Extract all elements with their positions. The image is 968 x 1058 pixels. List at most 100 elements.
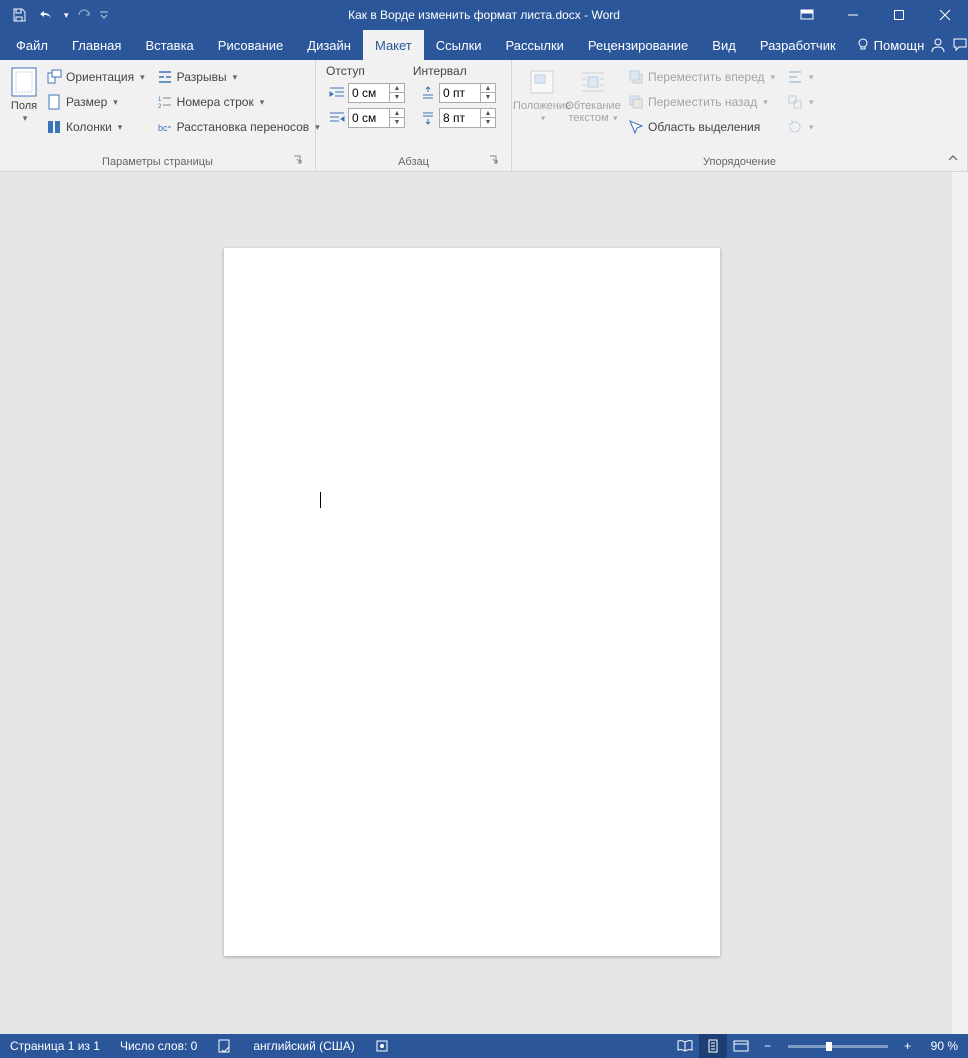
size-icon (46, 94, 62, 110)
undo-dropdown-icon[interactable]: ▾ (62, 10, 69, 21)
undo-button[interactable] (34, 2, 60, 28)
ribbon-display-button[interactable] (784, 0, 830, 30)
send-backward-icon (628, 94, 644, 110)
space-after-spinner[interactable]: ▲▼ (439, 108, 496, 128)
spin-down-icon[interactable]: ▼ (390, 118, 404, 127)
spin-down-icon[interactable]: ▼ (390, 93, 404, 102)
tab-review[interactable]: Рецензирование (576, 30, 700, 60)
orientation-label: Ориентация (66, 70, 134, 84)
web-layout-button[interactable] (727, 1034, 755, 1058)
indent-right-input[interactable] (349, 111, 389, 125)
zoom-slider[interactable] (788, 1045, 888, 1048)
rotate-button[interactable]: ▾ (785, 116, 816, 138)
spin-up-icon[interactable]: ▲ (390, 109, 404, 118)
space-before-icon (419, 86, 437, 100)
vertical-scrollbar[interactable] (952, 172, 968, 1034)
comments-button[interactable] (952, 37, 968, 53)
account-button[interactable] (930, 37, 946, 53)
space-before-spinner[interactable]: ▲▼ (439, 83, 496, 103)
wrap-text-icon (577, 66, 609, 98)
columns-button[interactable]: Колонки▾ (44, 116, 147, 138)
zoom-level[interactable]: 90 % (921, 1034, 968, 1058)
line-numbers-label: Номера строк (177, 95, 254, 109)
svg-text:2: 2 (158, 104, 162, 110)
spin-down-icon[interactable]: ▼ (481, 93, 495, 102)
align-icon (787, 69, 803, 85)
tab-view[interactable]: Вид (700, 30, 748, 60)
tab-design[interactable]: Дизайн (295, 30, 363, 60)
zoom-in-button[interactable]: + (899, 1039, 917, 1053)
status-bar: Страница 1 из 1 Число слов: 0 английский… (0, 1034, 968, 1058)
size-label: Размер (66, 95, 107, 109)
tab-references[interactable]: Ссылки (424, 30, 494, 60)
space-after-input[interactable] (440, 111, 480, 125)
indent-left-icon (328, 86, 346, 100)
indent-left-input[interactable] (349, 86, 389, 100)
document-area[interactable] (0, 172, 968, 1034)
zoom-slider-thumb[interactable] (826, 1042, 832, 1051)
tab-layout[interactable]: Макет (363, 30, 424, 60)
tab-home[interactable]: Главная (60, 30, 133, 60)
selection-pane-button[interactable]: Область выделения (626, 116, 777, 138)
position-button[interactable]: Положение▾ (520, 64, 564, 154)
maximize-button[interactable] (876, 0, 922, 30)
spin-up-icon[interactable]: ▲ (481, 109, 495, 118)
spin-up-icon[interactable]: ▲ (481, 84, 495, 93)
collapse-ribbon-button[interactable] (944, 149, 962, 167)
read-mode-button[interactable] (671, 1034, 699, 1058)
page[interactable] (224, 248, 720, 956)
print-layout-button[interactable] (699, 1034, 727, 1058)
page-indicator[interactable]: Страница 1 из 1 (0, 1034, 110, 1058)
page-setup-dialog-launcher[interactable] (291, 153, 305, 167)
window-controls (784, 0, 968, 30)
group-page-setup-label: Параметры страницы (102, 156, 213, 168)
minimize-button[interactable] (830, 0, 876, 30)
read-mode-icon (677, 1039, 693, 1053)
indent-left-spinner[interactable]: ▲▼ (348, 83, 405, 103)
ribbon: Поля▾ Ориентация▾ Размер▾ Колонки▾ (0, 60, 968, 172)
svg-text:bc: bc (158, 123, 168, 133)
group-arrange-label: Упорядочение (703, 156, 776, 168)
save-button[interactable] (6, 2, 32, 28)
redo-button[interactable] (71, 2, 97, 28)
line-numbers-button[interactable]: 12 Номера строк▾ (155, 91, 322, 113)
tab-mailings[interactable]: Рассылки (494, 30, 576, 60)
tell-me-button[interactable]: Помощн (856, 38, 925, 53)
wrap-text-button[interactable]: Обтекание текстом ▾ (564, 64, 622, 154)
macro-icon (375, 1039, 389, 1053)
paragraph-dialog-launcher[interactable] (487, 153, 501, 167)
send-backward-button[interactable]: Переместить назад ▾ (626, 91, 777, 113)
tab-file[interactable]: Файл (4, 30, 60, 60)
chevron-down-icon: ▾ (231, 72, 238, 83)
hyphenation-button[interactable]: bc Расстановка переносов▾ (155, 116, 322, 138)
tab-developer[interactable]: Разработчик (748, 30, 848, 60)
word-count[interactable]: Число слов: 0 (110, 1034, 207, 1058)
proofing-button[interactable] (207, 1034, 243, 1058)
tab-insert[interactable]: Вставка (133, 30, 205, 60)
language-indicator[interactable]: английский (США) (243, 1034, 364, 1058)
chevron-down-icon: ▾ (111, 97, 118, 108)
zoom-out-button[interactable]: − (759, 1039, 777, 1053)
margins-button[interactable]: Поля▾ (8, 64, 40, 154)
margins-label: Поля (11, 100, 37, 112)
orientation-icon (46, 69, 62, 85)
space-before-input[interactable] (440, 86, 480, 100)
chevron-down-icon: ▾ (609, 113, 618, 123)
group-objects-button[interactable]: ▾ (785, 91, 816, 113)
bring-forward-button[interactable]: Переместить вперед ▾ (626, 66, 777, 88)
align-button[interactable]: ▾ (785, 66, 816, 88)
chevron-down-icon: ▾ (807, 72, 814, 83)
line-numbers-icon: 12 (157, 94, 173, 110)
breaks-label: Разрывы (177, 70, 227, 84)
orientation-button[interactable]: Ориентация▾ (44, 66, 147, 88)
indent-right-spinner[interactable]: ▲▼ (348, 108, 405, 128)
size-button[interactable]: Размер ▾ (44, 91, 147, 113)
send-backward-label: Переместить назад (648, 95, 757, 109)
close-button[interactable] (922, 0, 968, 30)
breaks-button[interactable]: Разрывы ▾ (155, 66, 322, 88)
macro-button[interactable] (365, 1034, 399, 1058)
spin-up-icon[interactable]: ▲ (390, 84, 404, 93)
spin-down-icon[interactable]: ▼ (481, 118, 495, 127)
tab-draw[interactable]: Рисование (206, 30, 295, 60)
qat-customize-icon[interactable] (99, 10, 109, 20)
